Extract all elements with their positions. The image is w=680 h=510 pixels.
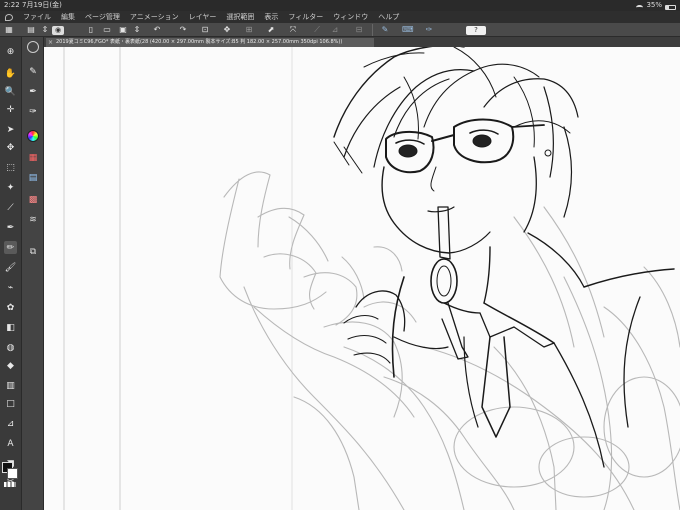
layer-property-icon[interactable]: ≋ — [26, 213, 40, 226]
brush-icon[interactable]: ✑ — [424, 25, 434, 35]
command-bar: ▦ ▤ ⇕ ◉ ▯ ▭ ▣ ⇕ ↶ ↷ ⊡ ✥ ⊞ ⬈ ⤧ ⟋ ⊿ ⊟ ✎ ⌨ … — [0, 23, 680, 37]
preview-eye-icon[interactable]: ◉ — [52, 25, 64, 35]
layer-panel-icon[interactable]: ▤ — [26, 25, 36, 35]
text-tool-icon[interactable]: A — [4, 437, 17, 450]
brush-tool-icon[interactable]: 🖌 — [4, 261, 17, 274]
battery-fill — [666, 5, 670, 9]
redo-icon[interactable]: ↷ — [178, 25, 188, 35]
sub-color-chip[interactable] — [7, 468, 18, 479]
color-wheel-icon[interactable] — [26, 129, 40, 142]
zoom-tool-icon[interactable]: 🔍 — [4, 85, 17, 98]
guide-icon[interactable]: ⊟ — [354, 25, 364, 35]
artwork — [63, 47, 680, 510]
ruler-tool-icon[interactable]: ⊿ — [4, 417, 17, 430]
undo-icon[interactable]: ↶ — [152, 25, 162, 35]
color-history-icon[interactable]: ▩ — [26, 193, 40, 206]
move-layer-icon[interactable]: ✥ — [4, 141, 17, 154]
save-icon[interactable]: ▣ — [118, 25, 128, 35]
sub-tool-brush-icon[interactable]: ✑ — [26, 105, 40, 118]
eraser-tool-icon[interactable]: ◧ — [4, 321, 17, 334]
help-icon[interactable]: ? — [466, 25, 486, 35]
battery-percent: 35% — [646, 1, 662, 9]
selection-tool-icon[interactable]: ⬚ — [4, 161, 17, 174]
crop-icon[interactable]: ⤧ — [288, 25, 298, 35]
sub-tool-pen-icon[interactable]: ✒ — [26, 85, 40, 98]
pen-pressure-icon[interactable]: ✎ — [380, 25, 390, 35]
transform-icon[interactable]: ✥ — [222, 25, 232, 35]
operation-tool-icon[interactable]: ➤ — [4, 123, 17, 136]
close-tab-icon[interactable]: × — [48, 38, 53, 47]
status-right: 35% — [636, 0, 676, 11]
open-file-icon[interactable]: ▭ — [102, 25, 112, 35]
clear-icon[interactable]: ⊡ — [200, 25, 210, 35]
save-stepper-icon[interactable]: ⇕ — [132, 25, 142, 35]
status-time: 2:22 — [4, 1, 20, 9]
hand-tool-icon[interactable]: ✋ — [4, 67, 17, 80]
figure-tool-icon[interactable]: □ — [4, 397, 17, 410]
menu-animation[interactable]: アニメーション — [125, 12, 184, 22]
snap-icon[interactable]: ⟋ — [312, 25, 322, 35]
toolbar-divider — [372, 24, 373, 36]
menu-view[interactable]: 表示 — [259, 12, 283, 22]
menu-filter[interactable]: フィルター — [283, 12, 328, 22]
status-bar: 2:22 7月19日(金) 35% — [0, 0, 680, 11]
decoration-tool-icon[interactable]: ✿ — [4, 301, 17, 314]
pencil-tool-icon[interactable]: ✏ — [4, 241, 17, 254]
page-stepper-icon[interactable]: ⇕ — [40, 25, 50, 35]
edge-keyboard-icon[interactable]: ⌨ — [402, 25, 414, 35]
move-tool-icon[interactable]: ✛ — [4, 103, 17, 116]
tool-palette: ⊕ ✋ 🔍 ✛ ➤ ✥ ⬚ ✦ ⟋ ✒ ✏ 🖌 ⌁ ✿ ◧ ◍ ◆ ▥ □ ⊿ … — [0, 37, 22, 510]
ruler-icon[interactable]: ⊿ — [330, 25, 340, 35]
fill-tool-icon[interactable]: ◆ — [4, 359, 17, 372]
gradient-tool-icon[interactable]: ▥ — [4, 379, 17, 392]
menu-selection[interactable]: 選択範囲 — [221, 12, 259, 22]
drawing-canvas[interactable] — [44, 47, 680, 510]
color-set-icon[interactable]: ▦ — [26, 151, 40, 164]
status-date: 7月19日(金) — [22, 1, 62, 9]
layout-grid-icon[interactable]: ▦ — [4, 25, 14, 35]
wifi-icon — [636, 4, 644, 10]
document-tab-title: 2019夏コミC96,FGO* 表紙・裏表紙(28 (420.00 × 297.… — [56, 39, 343, 45]
menu-layer[interactable]: レイヤー — [184, 12, 222, 22]
document-tab-bar: × 2019夏コミC96,FGO* 表紙・裏表紙(28 (420.00 × 29… — [44, 37, 680, 47]
eraser-icon[interactable]: ⬈ — [266, 25, 276, 35]
layer-icon[interactable]: ⧉ — [26, 245, 40, 258]
pen-tool-icon[interactable]: ✒ — [4, 221, 17, 234]
document-tab[interactable]: × 2019夏コミC96,FGO* 表紙・裏表紙(28 (420.00 × 29… — [46, 38, 374, 47]
new-file-icon[interactable]: ▯ — [86, 25, 96, 35]
auto-select-icon[interactable]: ✦ — [4, 181, 17, 194]
clip-studio-window: 2:22 7月19日(金) 35% ファイル 編集 ページ管理 アニメーション … — [0, 0, 680, 510]
blend-tool-icon[interactable]: ◍ — [4, 341, 17, 354]
menu-page-management[interactable]: ページ管理 — [80, 12, 125, 22]
menu-edit[interactable]: 編集 — [56, 12, 80, 22]
sub-tool-toggle-icon[interactable] — [27, 41, 39, 53]
sub-tool-pencil-icon[interactable]: ✎ — [26, 65, 40, 78]
menu-bar: ファイル 編集 ページ管理 アニメーション レイヤー 選択範囲 表示 フィルター… — [0, 11, 680, 23]
sub-tool-palette: ✎ ✒ ✑ ▦ ▤ ▩ ≋ ⧉ — [22, 37, 44, 510]
intermediate-color-icon[interactable]: ▤ — [26, 171, 40, 184]
tool-palette-toggle-icon[interactable]: ⊕ — [4, 45, 17, 58]
battery-icon — [665, 4, 676, 10]
eyedropper-icon[interactable]: ⟋ — [4, 201, 17, 214]
app-logo-icon[interactable] — [0, 11, 18, 23]
transparent-color-chip[interactable] — [4, 482, 16, 487]
airbrush-tool-icon[interactable]: ⌁ — [4, 281, 17, 294]
menu-file[interactable]: ファイル — [18, 12, 56, 22]
fill-icon[interactable]: ⊞ — [244, 25, 254, 35]
menu-help[interactable]: ヘルプ — [373, 12, 404, 22]
menu-window[interactable]: ウィンドウ — [328, 12, 373, 22]
